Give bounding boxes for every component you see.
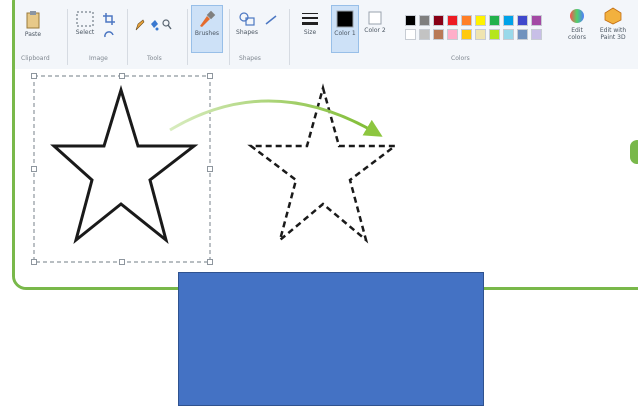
selection-handle-tm[interactable] [119, 73, 125, 79]
selection-handle-tl[interactable] [31, 73, 37, 79]
selection-handle-bm[interactable] [119, 259, 125, 265]
star-shape[interactable] [50, 84, 199, 245]
selection-handle-ml[interactable] [31, 166, 37, 172]
selection-handle-bl[interactable] [31, 259, 37, 265]
curved-arrow [169, 99, 383, 137]
selection-handle-mr[interactable] [207, 166, 213, 172]
selection-handle-br[interactable] [207, 259, 213, 265]
selection-handle-tr[interactable] [207, 73, 213, 79]
frame-connector-knob [630, 140, 638, 164]
blue-rectangle-shape[interactable] [178, 272, 484, 406]
selection-box[interactable] [33, 75, 211, 263]
